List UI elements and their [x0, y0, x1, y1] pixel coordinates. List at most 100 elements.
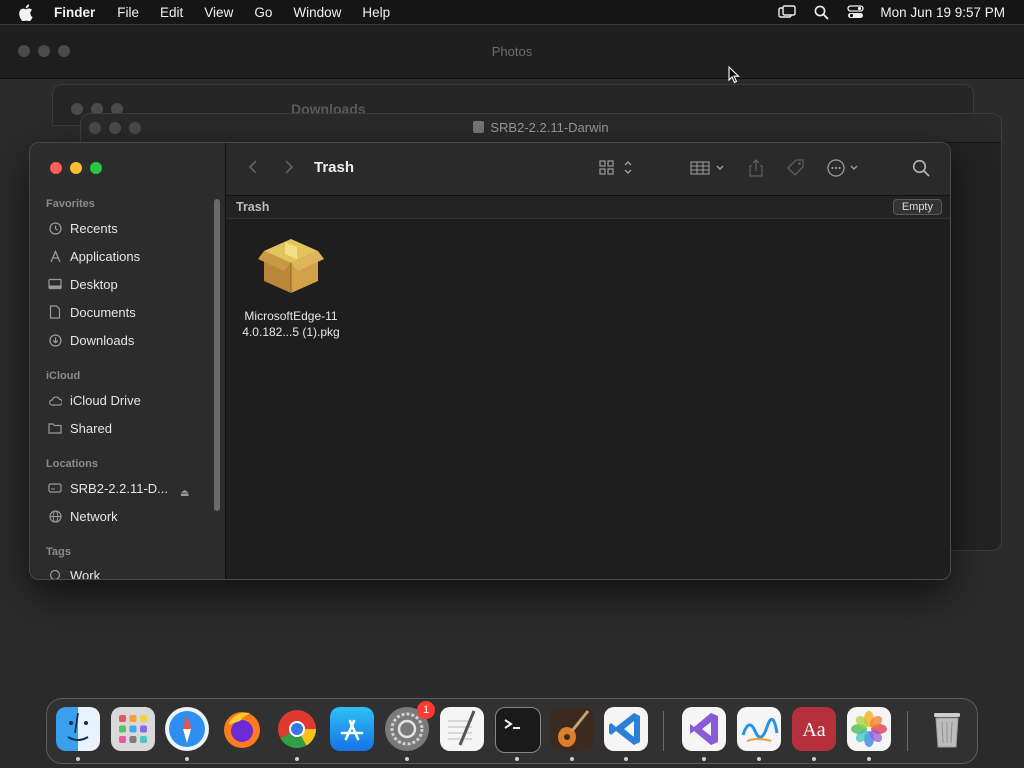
dock-chrome[interactable]: [275, 707, 319, 751]
search-icon: [912, 159, 930, 177]
dock-textedit[interactable]: [440, 707, 484, 751]
sidebar-item-applications[interactable]: Applications: [48, 246, 140, 266]
sidebar-item-label: Documents: [70, 304, 136, 320]
dock-trash[interactable]: [925, 707, 969, 751]
file-name: MicrosoftEdge-11 4.0.182...5 (1).pkg: [236, 308, 346, 340]
group-grid-icon: [690, 161, 724, 175]
dictionary-aa-icon: Aa: [802, 719, 825, 741]
sidebar-scrollbar[interactable]: [214, 199, 220, 511]
sidebar-item-tag-work[interactable]: Work: [48, 565, 101, 580]
dock-separator: [907, 711, 908, 751]
search-button[interactable]: [912, 157, 930, 179]
freeform-squiggle-icon: [741, 717, 779, 742]
dock-freeform[interactable]: [737, 707, 781, 751]
dock-separator: [663, 711, 664, 751]
finder-sidebar: Favorites Recents Applications Desktop D…: [30, 143, 226, 579]
dock-firefox[interactable]: [220, 707, 264, 751]
file-name-line-1: MicrosoftEdge-11: [244, 309, 338, 323]
finder-toolbar: Trash: [226, 143, 950, 196]
tag-icon: [787, 159, 804, 176]
menu-file[interactable]: File: [117, 5, 139, 20]
group-by-button[interactable]: [690, 157, 726, 179]
view-mode-button[interactable]: [598, 157, 636, 179]
dock-garageband[interactable]: [550, 707, 594, 751]
running-indicator: [702, 757, 706, 761]
running-indicator: [185, 757, 189, 761]
empty-trash-button[interactable]: Empty: [892, 199, 942, 215]
dock-terminal[interactable]: [495, 707, 541, 753]
sidebar-item-label: Desktop: [70, 276, 118, 292]
menu-edit[interactable]: Edit: [160, 5, 183, 20]
chevron-left-icon: [248, 160, 257, 174]
dock-vscode[interactable]: [604, 707, 648, 751]
close-button-inactive[interactable]: [71, 103, 83, 115]
download-arrow-icon: [48, 333, 62, 347]
mouse-cursor-icon: [728, 65, 740, 89]
clock-icon: [48, 221, 62, 235]
sidebar-item-label: Applications: [70, 248, 141, 264]
photos-flower-icon: [851, 711, 887, 747]
sidebar-section-tags: Tags: [46, 546, 71, 558]
apple-menu-icon[interactable]: [18, 0, 34, 24]
svg-text:Aa: Aa: [802, 719, 825, 741]
photos-window-title: Photos: [491, 44, 533, 59]
sidebar-section-favorites: Favorites: [46, 198, 95, 210]
sidebar-item-label: Work: [70, 567, 101, 580]
menu-bar-clock[interactable]: Mon Jun 19 9:57 PM: [880, 5, 1005, 20]
disk-image-icon: [473, 121, 485, 133]
window-controls: [50, 162, 102, 174]
sidebar-item-label: SRB2-2.2.11-D...: [70, 480, 169, 496]
tag-button[interactable]: [786, 157, 806, 179]
dock-finder[interactable]: [56, 707, 100, 751]
sidebar-item-label: Network: [70, 508, 118, 524]
srb2-window-title: SRB2-2.2.11-Darwin: [81, 120, 1001, 135]
chrome-icon: [278, 710, 317, 749]
screen-mirroring-icon[interactable]: [778, 4, 797, 20]
action-menu-button[interactable]: [826, 157, 862, 179]
sidebar-section-locations: Locations: [46, 458, 98, 470]
sidebar-item-network[interactable]: Network: [48, 506, 118, 526]
menu-go[interactable]: Go: [254, 5, 272, 20]
dock-safari[interactable]: [165, 707, 209, 751]
control-center-icon[interactable]: [846, 4, 864, 20]
finder-window: Favorites Recents Applications Desktop D…: [29, 142, 951, 580]
sidebar-item-recents[interactable]: Recents: [48, 218, 118, 238]
compass-icon: [169, 711, 205, 747]
dock-system-settings[interactable]: 1: [385, 701, 435, 751]
sidebar-item-desktop[interactable]: Desktop: [48, 274, 118, 294]
app-store-icon: [340, 719, 364, 741]
spotlight-search-icon[interactable]: [812, 4, 830, 20]
menu-window[interactable]: Window: [293, 5, 341, 20]
dock-photos[interactable]: [847, 707, 891, 751]
dock-app-store[interactable]: [330, 707, 374, 751]
sidebar-item-srb2-disk[interactable]: SRB2-2.2.11-D...: [48, 478, 168, 498]
zoom-button[interactable]: [90, 162, 102, 174]
menu-app-finder[interactable]: Finder: [54, 5, 95, 20]
forward-button[interactable]: [284, 159, 294, 180]
ellipsis-circle-icon: [827, 159, 858, 177]
sidebar-item-downloads[interactable]: Downloads: [48, 330, 134, 350]
eject-icon[interactable]: ⏏: [180, 488, 189, 499]
minimize-button[interactable]: [70, 162, 82, 174]
share-icon: [749, 159, 763, 177]
dock: 1 Aa: [46, 698, 978, 764]
dock-launchpad[interactable]: [111, 707, 155, 751]
file-item[interactable]: MicrosoftEdge-11 4.0.182...5 (1).pkg: [236, 235, 346, 340]
share-button[interactable]: [747, 157, 765, 179]
sidebar-item-documents[interactable]: Documents: [48, 302, 136, 322]
menu-view[interactable]: View: [204, 5, 233, 20]
trash-label: Trash: [236, 200, 270, 214]
finder-content: Trash Trash Empty MicrosoftEdge-11 4.0.1…: [226, 143, 950, 579]
sidebar-section-icloud: iCloud: [46, 370, 81, 382]
menu-help[interactable]: Help: [362, 5, 390, 20]
sidebar-item-shared[interactable]: Shared: [48, 418, 112, 438]
dock-dictionary[interactable]: Aa: [792, 707, 836, 751]
dock-visual-studio[interactable]: [682, 707, 726, 751]
launchpad-grid-icon: [119, 715, 147, 743]
terminal-prompt-icon: [504, 719, 520, 729]
sidebar-item-icloud-drive[interactable]: iCloud Drive: [48, 390, 141, 410]
back-button[interactable]: [248, 159, 258, 180]
shared-folder-icon: [48, 421, 62, 435]
sidebar-item-label: Downloads: [70, 332, 135, 348]
close-button[interactable]: [50, 162, 62, 174]
